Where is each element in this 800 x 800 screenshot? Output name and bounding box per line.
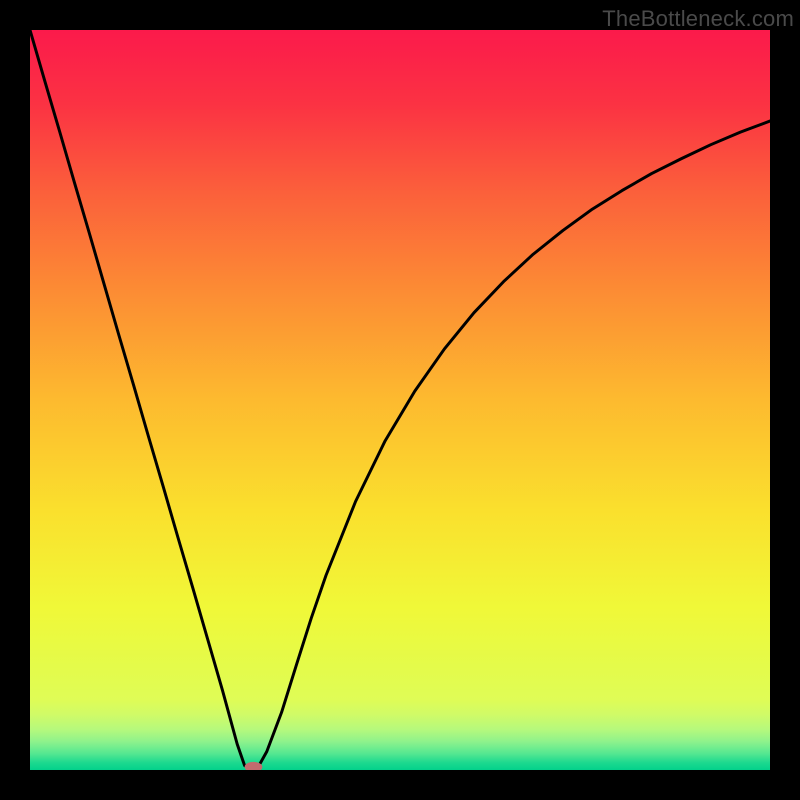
chart-background [30,30,770,770]
chart-svg [30,30,770,770]
chart-frame: TheBottleneck.com [0,0,800,800]
watermark-text: TheBottleneck.com [602,6,794,32]
chart-plot-area [30,30,770,770]
